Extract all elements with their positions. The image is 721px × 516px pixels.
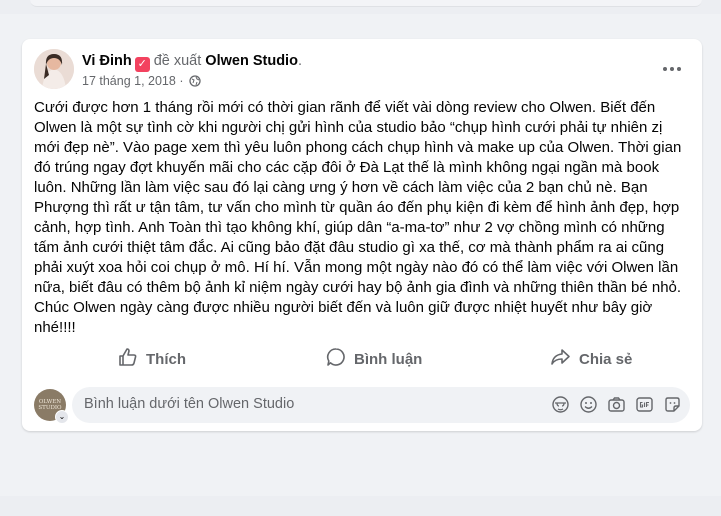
gif-icon[interactable] xyxy=(635,395,654,414)
comment-button[interactable]: Bình luận xyxy=(326,343,422,375)
post-card: Vi Đinh ✓ đề xuất Olwen Studio. 17 tháng 1… xyxy=(22,39,702,431)
post-date[interactable]: 17 tháng 1, 2018 xyxy=(82,74,176,88)
like-button[interactable]: Thích xyxy=(118,343,186,375)
like-icon xyxy=(118,347,138,371)
comment-input[interactable]: Bình luận dưới tên Olwen Studio xyxy=(72,387,690,423)
post-text: Cưới được hơn 1 tháng rồi mới có thời gi… xyxy=(34,99,682,336)
sticker-icon[interactable] xyxy=(663,395,682,414)
comment-placeholder: Bình luận dưới tên Olwen Studio xyxy=(84,396,295,412)
camera-icon[interactable] xyxy=(607,395,626,414)
recommend-verb: đề xuất xyxy=(153,53,202,69)
header-period: . xyxy=(297,53,302,69)
globe-icon xyxy=(189,75,201,90)
page-avatar[interactable]: OLWEN STUDIO ⌄ xyxy=(34,389,69,424)
meta-separator: · xyxy=(179,74,184,88)
author-avatar[interactable] xyxy=(34,49,74,89)
comment-tools xyxy=(551,395,682,414)
comment-composer: OLWEN STUDIO ⌄ Bình luận dưới tên Olwen … xyxy=(34,387,690,424)
share-icon xyxy=(550,347,571,371)
chevron-down-icon[interactable]: ⌄ xyxy=(55,410,69,424)
emoji-icon[interactable] xyxy=(579,395,598,414)
post-meta: 17 tháng 1, 2018 · xyxy=(82,74,201,90)
comment-label: Bình luận xyxy=(354,350,423,368)
post-actions: Thích Bình luận Chia sẻ xyxy=(34,343,690,375)
page-name[interactable]: Olwen Studio xyxy=(205,53,298,69)
share-label: Chia sẻ xyxy=(579,350,633,368)
post-header: Vi Đinh ✓ đề xuất Olwen Studio. xyxy=(82,52,302,72)
like-label: Thích xyxy=(146,350,186,368)
previous-post-edge xyxy=(0,0,721,14)
share-button[interactable]: Chia sẻ xyxy=(550,343,632,375)
next-post-edge xyxy=(0,496,721,516)
author-name[interactable]: Vi Đinh xyxy=(82,53,132,69)
recommend-badge-icon: ✓ xyxy=(134,57,150,72)
more-options-icon[interactable] xyxy=(660,59,684,79)
comment-icon xyxy=(326,347,346,371)
avatar-sticker-icon[interactable] xyxy=(551,395,570,414)
